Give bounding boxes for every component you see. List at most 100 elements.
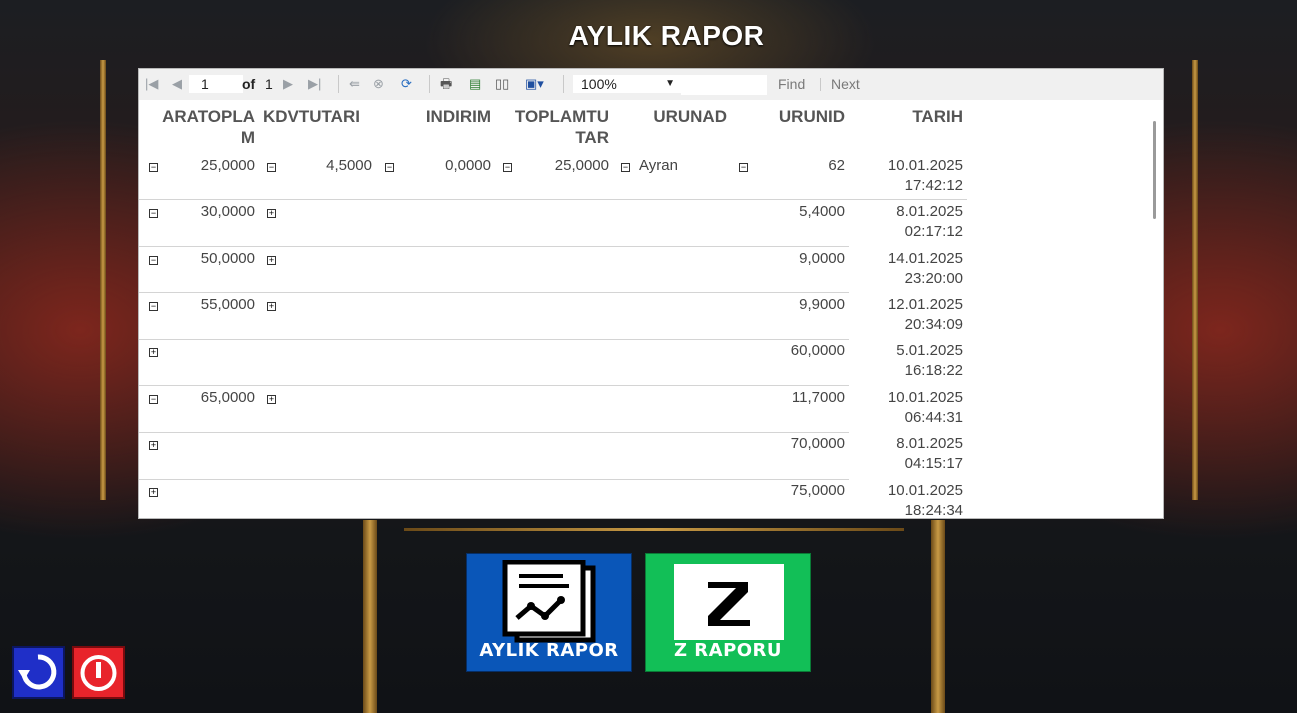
report-chart-icon (502, 560, 596, 643)
refresh-icon[interactable]: ⟳ (401, 75, 412, 93)
collapse-toggle[interactable]: − (503, 163, 512, 172)
row-divider (139, 385, 849, 386)
page-setup-icon[interactable]: ▯▯ (495, 75, 509, 93)
decor-bottom-frame (404, 528, 904, 531)
decor-frame-right (1192, 60, 1198, 500)
print-layout-icon[interactable]: ▤ (469, 75, 481, 93)
aratoplam-cell: 30,0000 (200, 203, 255, 220)
collapse-toggle[interactable]: − (621, 163, 630, 172)
last-page-icon[interactable]: ▶| (308, 75, 321, 93)
power-button[interactable] (72, 646, 125, 699)
urunid-cell: 11,7000 (791, 389, 845, 406)
toplamtutar-cell: 25,0000 (554, 157, 609, 174)
toolbar-separator (429, 75, 430, 93)
stop-icon[interactable]: ⊗ (373, 75, 384, 93)
kdvtutari-cell: 4,5000 (326, 157, 372, 174)
expand-toggle[interactable]: + (267, 395, 276, 404)
expand-toggle[interactable]: + (267, 209, 276, 218)
of-label: of (242, 76, 256, 92)
column-header-indirim: INDIRIM (425, 107, 491, 126)
aratoplam-cell: 25,0000 (200, 157, 255, 174)
collapse-toggle[interactable]: − (149, 256, 158, 265)
find-input[interactable] (681, 75, 767, 95)
column-header-aratoplam: ARATOPLA M (149, 106, 255, 148)
row-divider (139, 292, 849, 293)
tarih-cell: 10.01.2025 06:44:31 (887, 389, 963, 426)
header-text: TOPLAMTU TAR (514, 107, 609, 147)
row-divider (139, 246, 849, 247)
zoom-select[interactable]: 100% ▼ (573, 75, 691, 93)
decor-frame-left (100, 60, 106, 500)
page-number-input[interactable]: 1 (189, 75, 243, 93)
next-page-icon[interactable]: ▶ (283, 75, 293, 93)
prev-page-icon[interactable]: ◀ (172, 75, 182, 93)
collapse-toggle[interactable]: − (739, 163, 748, 172)
aratoplam-cell: 65,0000 (200, 389, 255, 406)
zoom-value: 100% (581, 76, 617, 92)
export-icon[interactable]: ▣▾ (525, 75, 544, 93)
chevron-down-icon: ▼ (665, 78, 675, 89)
row-divider (139, 199, 967, 200)
tarih-cell: 5.01.2025 16:18:22 (896, 342, 963, 379)
print-icon[interactable]: 🖶 (440, 75, 452, 93)
column-header-urunid: URUNID (778, 107, 845, 126)
collapse-toggle[interactable]: − (385, 163, 394, 172)
find-link[interactable]: Find (778, 75, 805, 93)
decor-pillar-right (931, 520, 945, 713)
next-link[interactable]: Next (831, 75, 860, 93)
report-table: ARATOPLA M KDVTUTARI INDIRIM TOPLAMTU TA… (139, 101, 1147, 518)
urunid-cell: 75,0000 (790, 482, 845, 499)
collapse-toggle[interactable]: − (267, 163, 276, 172)
expand-toggle[interactable]: + (149, 441, 158, 450)
aratoplam-cell: 50,0000 (200, 250, 255, 267)
decor-pillar-left (363, 520, 377, 713)
row-divider (139, 479, 849, 480)
power-icon (80, 655, 117, 691)
expand-toggle[interactable]: + (149, 488, 158, 497)
scrollbar-thumb[interactable] (1153, 121, 1156, 219)
urunid-cell: 9,0000 (799, 250, 845, 267)
collapse-toggle[interactable]: − (149, 395, 158, 404)
expand-toggle[interactable]: + (267, 256, 276, 265)
collapse-toggle[interactable]: − (149, 209, 158, 218)
tarih-cell: 8.01.2025 04:15:17 (896, 435, 963, 472)
toolbar-separator (820, 78, 821, 91)
tarih-cell: 10.01.2025 17:42:12 (887, 157, 963, 194)
total-pages: 1 (265, 76, 273, 92)
toolbar-separator (338, 75, 339, 93)
z-raporu-button[interactable]: Z RAPORU (645, 553, 811, 672)
urunid-cell: 60,0000 (790, 342, 845, 359)
column-header-urunad: URUNAD (653, 107, 727, 126)
report-toolbar: |◀ ◀ 1 of 1 ▶ ▶| ⇚ ⊗ ⟳ 🖶 ▤ ▯▯ ▣▾ 100% ▼ … (139, 69, 1163, 101)
report-viewer: |◀ ◀ 1 of 1 ▶ ▶| ⇚ ⊗ ⟳ 🖶 ▤ ▯▯ ▣▾ 100% ▼ … (138, 68, 1164, 519)
column-header-toplamtutar: TOPLAMTU TAR (499, 106, 609, 148)
header-text: ARATOPLA M (162, 107, 255, 147)
tarih-cell: 10.01.2025 18:24:34 (887, 482, 963, 518)
urunid-cell: 5,4000 (799, 203, 845, 220)
urunid-cell: 9,9000 (799, 296, 845, 313)
toolbar-separator (563, 75, 564, 93)
aylik-rapor-label: AYLIK RAPOR (479, 640, 619, 661)
first-page-icon[interactable]: |◀ (145, 75, 158, 93)
expand-toggle[interactable]: + (149, 348, 158, 357)
back-icon[interactable]: ⇚ (349, 75, 360, 93)
column-header-tarih: TARIH (912, 107, 963, 126)
aratoplam-cell: 55,0000 (200, 296, 255, 313)
tarih-cell: 14.01.2025 23:20:00 (887, 250, 963, 287)
column-header-kdvtutari: KDVTUTARI (263, 107, 360, 126)
indirim-cell: 0,0000 (445, 157, 491, 174)
aylik-rapor-button[interactable]: AYLIK RAPOR (466, 553, 632, 672)
urunid-cell: 70,0000 (790, 435, 845, 452)
collapse-toggle[interactable]: − (149, 302, 158, 311)
expand-toggle[interactable]: + (267, 302, 276, 311)
urunid-cell: 62 (828, 157, 845, 174)
vertical-scrollbar[interactable] (1147, 101, 1163, 518)
collapse-toggle[interactable]: − (149, 163, 158, 172)
urunad-cell: Ayran (639, 157, 678, 174)
row-divider (139, 339, 849, 340)
page-title: AYLIK RAPOR (568, 20, 765, 51)
z-letter-icon (674, 564, 784, 640)
refresh-button[interactable] (12, 646, 65, 699)
row-divider (139, 432, 849, 433)
tarih-cell: 12.01.2025 20:34:09 (887, 296, 963, 333)
